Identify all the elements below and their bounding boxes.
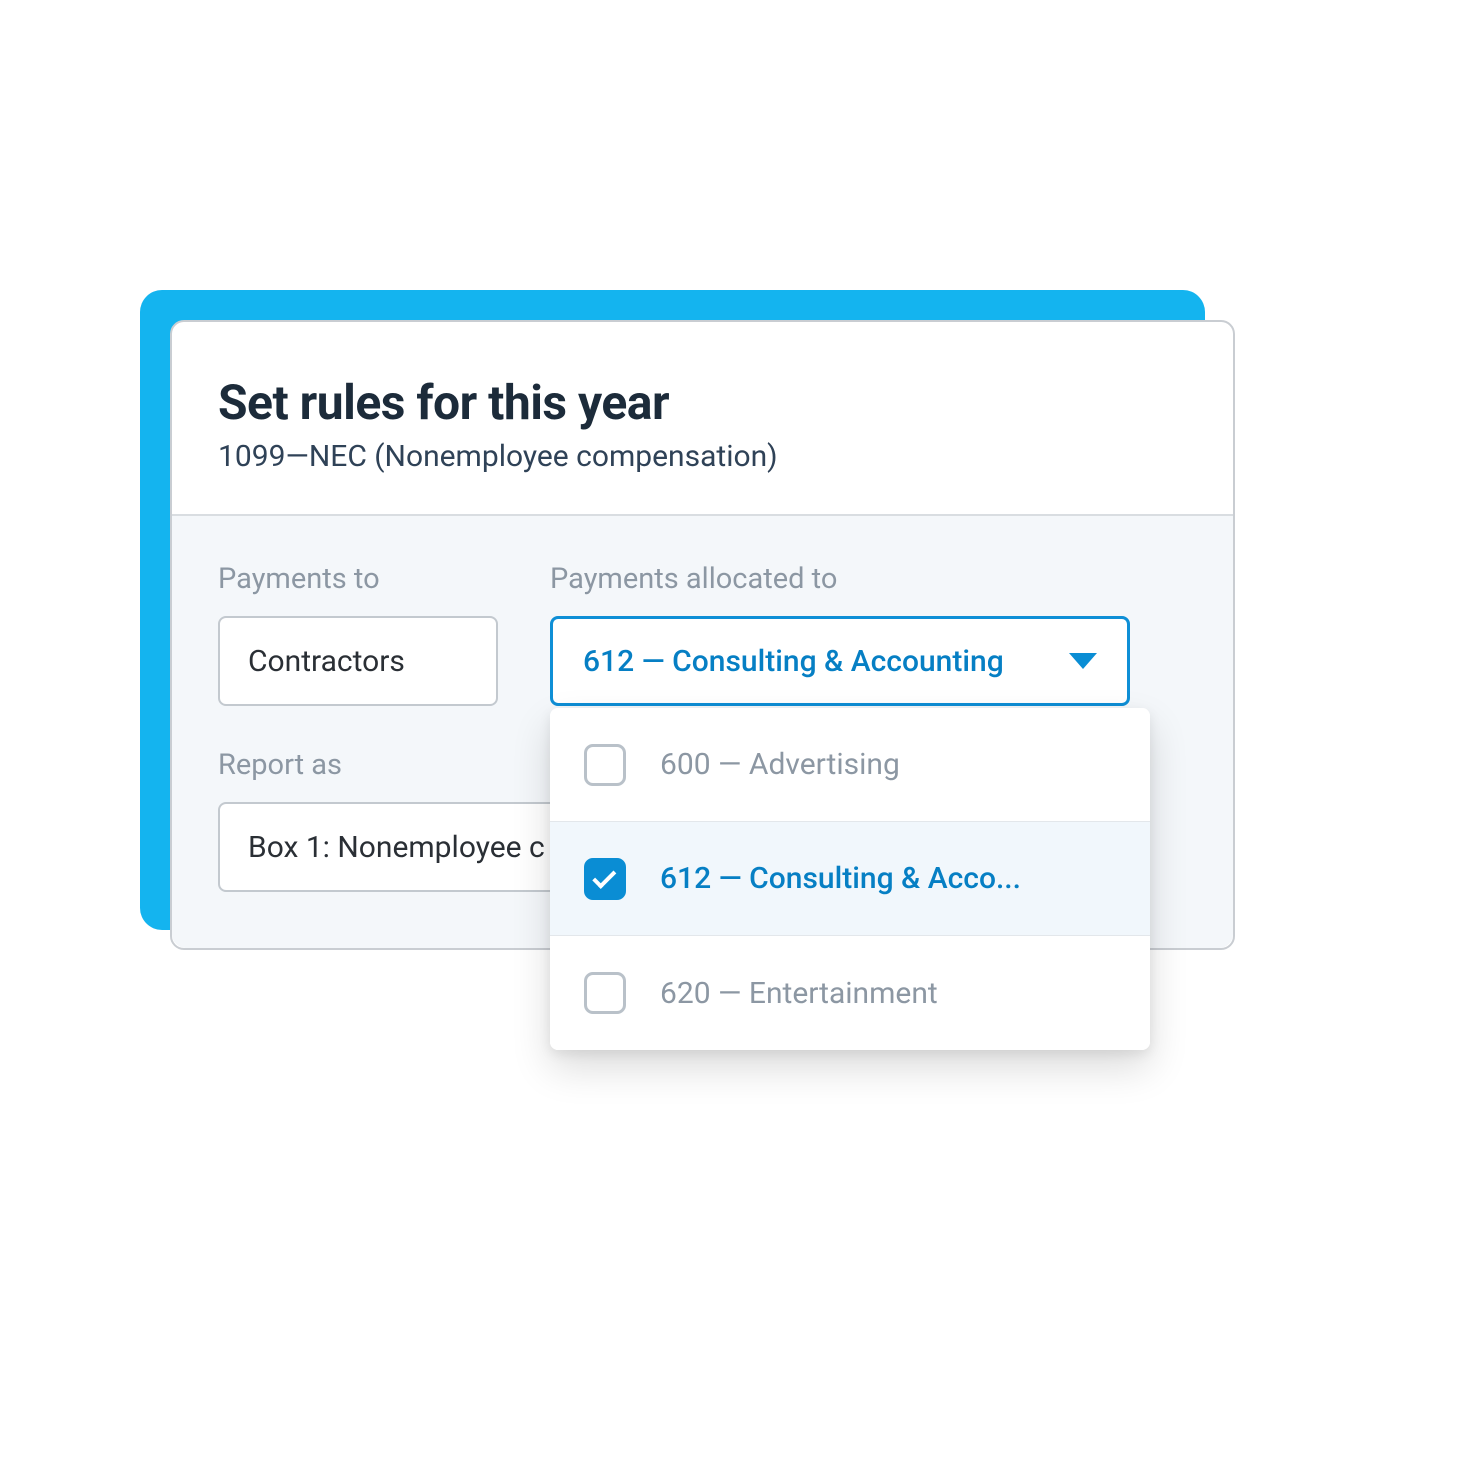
card-body: Payments to Contractors Payments allocat… [172,516,1233,948]
payments-to-value: Contractors [248,644,405,679]
payments-allocated-select[interactable]: 612 — Consulting & Accounting [550,616,1130,706]
dropdown-option-label: 620 — Entertainment [660,976,938,1011]
payments-to-select[interactable]: Contractors [218,616,498,706]
report-as-value: Box 1: Nonemployee c [248,830,545,865]
rules-card: Set rules for this year 1099—NEC (Nonemp… [170,320,1235,950]
payments-allocated-dropdown: 600 — Advertising 612 — Consulting & Acc… [550,708,1150,1050]
card-title: Set rules for this year [218,374,1187,431]
dropdown-option-600[interactable]: 600 — Advertising [550,708,1150,822]
checkbox-unchecked-icon[interactable] [584,972,626,1014]
dropdown-option-label: 600 — Advertising [660,747,900,782]
payments-allocated-label: Payments allocated to [550,562,1130,596]
checkbox-checked-icon[interactable] [584,858,626,900]
checkmark-icon [592,864,616,888]
chevron-down-icon [1069,653,1097,669]
dropdown-option-612[interactable]: 612 — Consulting & Acco... [550,822,1150,936]
card-header: Set rules for this year 1099—NEC (Nonemp… [172,322,1233,516]
field-row-1: Payments to Contractors Payments allocat… [218,562,1187,706]
payments-allocated-field: Payments allocated to 612 — Consulting &… [550,562,1130,706]
payments-to-label: Payments to [218,562,498,596]
dropdown-option-label: 612 — Consulting & Acco... [660,861,1021,896]
card-subtitle: 1099—NEC (Nonemployee compensation) [218,439,1187,474]
checkbox-unchecked-icon[interactable] [584,744,626,786]
payments-to-field: Payments to Contractors [218,562,498,706]
dropdown-option-620[interactable]: 620 — Entertainment [550,936,1150,1050]
payments-allocated-value: 612 — Consulting & Accounting [583,644,1004,679]
